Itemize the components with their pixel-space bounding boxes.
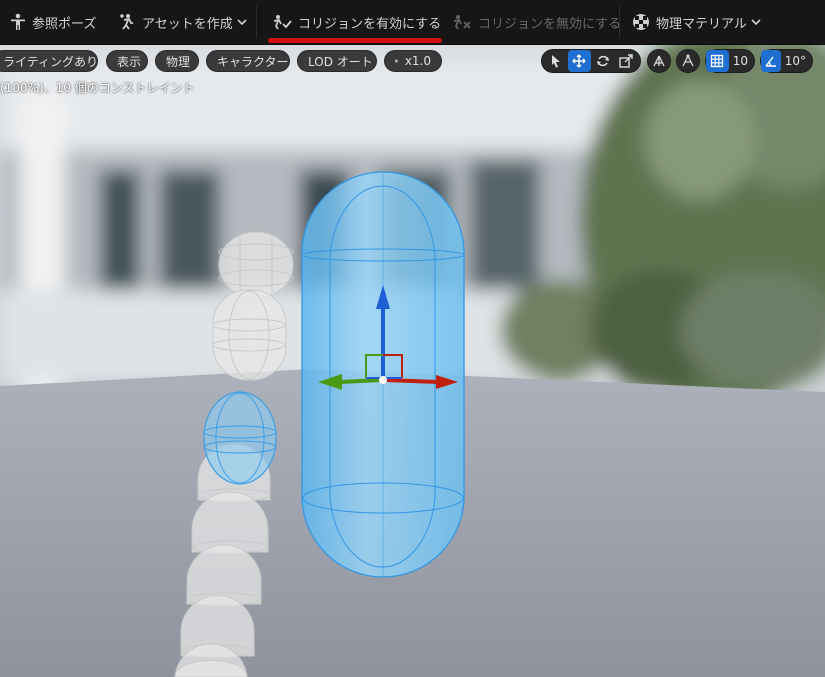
physics-view-button[interactable]: 物理 (155, 50, 199, 72)
enable-collision-label: コリジョンを有効にする (298, 16, 442, 32)
reference-pose-button[interactable]: 参照ポーズ (10, 0, 96, 44)
select-cursor-icon[interactable] (544, 50, 568, 72)
physics-material-label: 物理マテリアル (656, 16, 747, 32)
lod-auto-button[interactable]: LOD オート (297, 50, 377, 72)
viewport[interactable]: ライティングあり 表示 物理 キャラクター LOD オート x1.0 (100%… (0, 45, 825, 677)
person-icon (11, 13, 25, 30)
top-toolbar: 参照ポーズ アセットを作成 コリジョンを有効にする コリジョンを無効にする 物理… (0, 0, 825, 45)
disable-collision-label: コリジョンを無効にする (478, 16, 622, 32)
play-speed-button[interactable]: x1.0 (384, 50, 442, 72)
rotation-snap-control[interactable]: 10° (760, 49, 813, 73)
physics-view-label: 物理 (166, 54, 191, 69)
character-button[interactable]: キャラクター (206, 50, 290, 72)
lighting-mode-label: ライティングあり (3, 54, 99, 69)
running-figure-plus-icon (120, 14, 133, 30)
coordinate-space-button[interactable] (647, 49, 671, 73)
lod-auto-label: LOD オート (308, 54, 373, 69)
surface-snap-icon (682, 54, 694, 67)
grid-snap-value: 10 (732, 54, 748, 68)
chevron-down-icon (751, 19, 761, 26)
transform-tools (541, 49, 641, 73)
viewport-scene[interactable] (0, 45, 825, 677)
scale-icon[interactable] (615, 50, 639, 72)
create-asset-button[interactable]: アセットを作成 (118, 0, 247, 44)
rotate-icon[interactable] (591, 50, 615, 72)
create-asset-label: アセットを作成 (142, 16, 233, 32)
viewport-status-text: (100%)、10 個のコンストレイント (0, 81, 195, 95)
lighting-mode-button[interactable]: ライティングあり (0, 50, 98, 72)
highlight-underline (268, 38, 442, 43)
disable-collision-button[interactable]: コリジョンを無効にする (452, 0, 621, 44)
play-speed-label: x1.0 (404, 54, 431, 68)
surface-snap-button[interactable] (676, 49, 700, 73)
show-button[interactable]: 表示 (106, 50, 148, 72)
collision-enable-icon (273, 15, 292, 30)
show-label: 表示 (117, 54, 142, 69)
translate-icon[interactable] (567, 50, 591, 72)
grid-snap-icon[interactable] (706, 50, 729, 72)
toolbar-separator (619, 6, 620, 38)
selected-small-sphere (203, 391, 277, 485)
rotation-snap-value: 10° (784, 54, 806, 68)
physics-material-button[interactable]: 物理マテリアル (632, 0, 761, 44)
character-label: キャラクター (217, 54, 289, 69)
world-axes-icon (653, 55, 665, 67)
grid-snap-control[interactable]: 10 (705, 49, 755, 73)
play-icon (395, 59, 399, 63)
reference-pose-label: 参照ポーズ (32, 16, 97, 32)
checker-sphere-icon (633, 14, 649, 30)
collision-disable-icon (453, 15, 471, 30)
rotation-snap-icon[interactable] (761, 50, 781, 72)
toolbar-separator (256, 6, 257, 38)
chevron-down-icon (237, 19, 247, 26)
